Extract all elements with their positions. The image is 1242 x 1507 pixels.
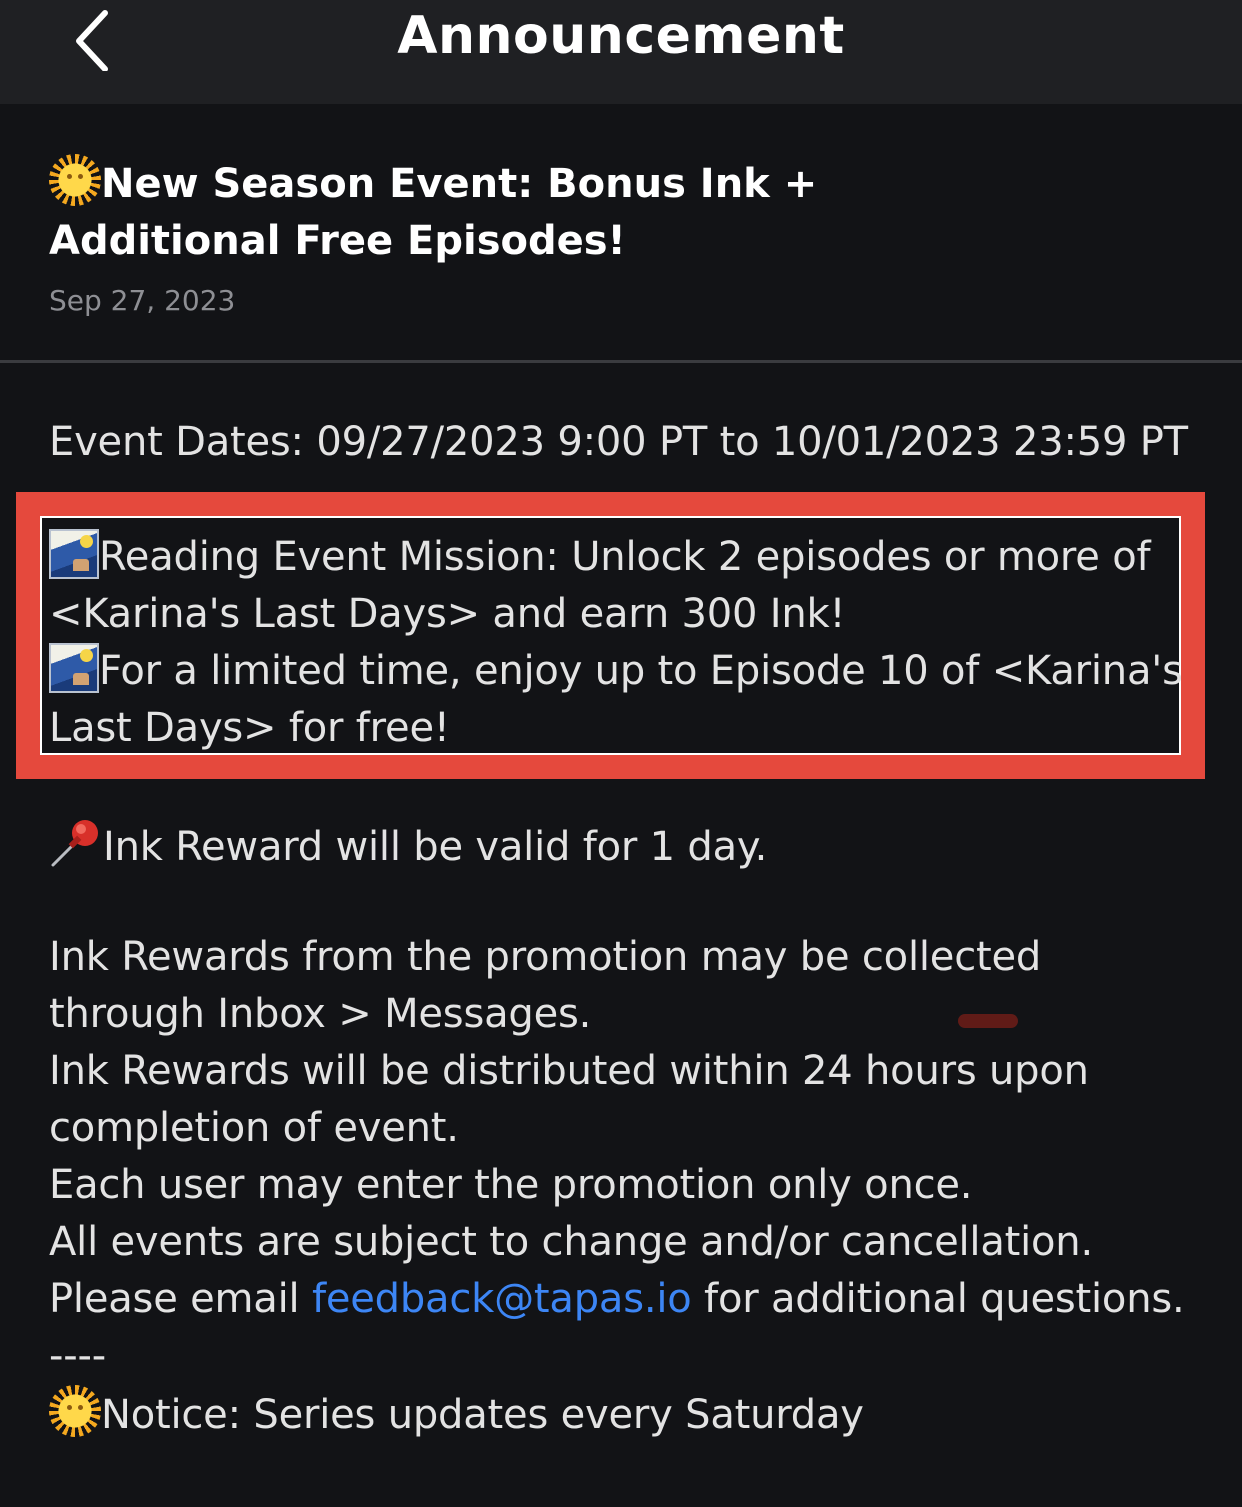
page-title: Announcement — [397, 6, 845, 66]
terms-paragraph: Ink Rewards from the promotion may be co… — [49, 929, 1219, 1444]
distribute-line-1: Ink Rewards will be distributed within 2… — [49, 1048, 1089, 1094]
top-bar: Announcement — [0, 0, 1242, 104]
announcement-date: Sep 27, 2023 — [49, 284, 236, 317]
sun-with-face-icon — [49, 1385, 101, 1437]
email-line: Please email feedback@tapas.io for addit… — [49, 1271, 1219, 1328]
notice-text: Notice: Series updates every Saturday — [101, 1392, 864, 1438]
free-line-2: Last Days> for free! — [49, 705, 450, 751]
distribute-line-2: completion of event. — [49, 1105, 459, 1151]
event-dates: Event Dates: 09/27/2023 9:00 PT to 10/01… — [49, 419, 1188, 465]
collect-line-2: through Inbox > Messages. — [49, 991, 592, 1037]
mission-paragraph: Reading Event Mission: Unlock 2 episodes… — [49, 529, 1219, 757]
collect-line-1: Ink Rewards from the promotion may be co… — [49, 934, 1042, 980]
mission-line-2: <Karina's Last Days> and earn 300 Ink! — [49, 591, 846, 637]
email-prefix: Please email — [49, 1276, 312, 1322]
email-link[interactable]: feedback@tapas.io — [312, 1276, 692, 1322]
wave-picture-icon — [49, 529, 99, 579]
reward-valid: Ink Reward will be valid for 1 day. — [49, 815, 1219, 876]
divider — [0, 360, 1242, 363]
announcement-title-text: New Season Event: Bonus Ink + Additional… — [49, 161, 818, 264]
free-line-1: For a limited time, enjoy up to Episode … — [49, 643, 1219, 700]
free-line-1-text: For a limited time, enjoy up to Episode … — [99, 648, 1183, 694]
reward-valid-text: Ink Reward will be valid for 1 day. — [103, 824, 768, 870]
subject-line: All events are subject to change and/or … — [49, 1219, 1093, 1265]
email-suffix: for additional questions. — [691, 1276, 1185, 1322]
once-line: Each user may enter the promotion only o… — [49, 1162, 973, 1208]
sun-with-face-icon — [49, 154, 101, 206]
announcement-title: New Season Event: Bonus Ink + Additional… — [49, 154, 1049, 270]
separator: ---- — [49, 1333, 106, 1379]
pushpin-icon — [49, 815, 103, 869]
red-smudge-mark — [958, 1014, 1018, 1028]
wave-picture-icon — [49, 643, 99, 693]
notice-line: Notice: Series updates every Saturday — [49, 1385, 1219, 1444]
mission-line-1-text: Reading Event Mission: Unlock 2 episodes… — [99, 534, 1151, 580]
mission-line-1: Reading Event Mission: Unlock 2 episodes… — [49, 529, 1219, 586]
